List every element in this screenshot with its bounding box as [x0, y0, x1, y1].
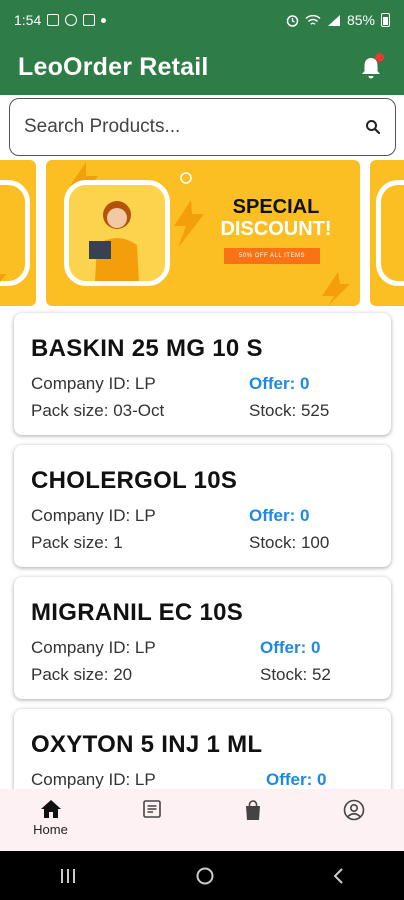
banner-slide-next[interactable]	[370, 160, 404, 306]
product-pack-size: Pack size: 20	[31, 665, 133, 684]
search-box[interactable]	[9, 98, 396, 156]
product-company: Company ID: LP	[31, 638, 156, 657]
home-button-icon[interactable]	[195, 866, 215, 886]
battery-percent: 85%	[346, 12, 375, 28]
notifications-button[interactable]	[356, 52, 386, 83]
app-title: LeoOrder Retail	[18, 53, 209, 81]
nav-item-cart[interactable]	[202, 789, 303, 821]
status-left: 1:54	[14, 12, 107, 28]
product-card[interactable]: BASKIN 25 MG 10 S Company ID: LP Offer: …	[14, 313, 391, 435]
product-name: BASKIN 25 MG 10 S	[31, 335, 263, 362]
bottom-nav: Home	[0, 789, 404, 851]
product-offer: Offer: 0	[249, 506, 310, 525]
shopping-bag-icon	[245, 800, 260, 820]
banner-carousel[interactable]: SPECIAL DISCOUNT! 50% OFF ALL ITEMS	[0, 160, 404, 306]
gallery-icon	[47, 14, 60, 26]
status-time: 1:54	[14, 12, 42, 28]
promo-subtitle: 50% OFF ALL ITEMS	[224, 248, 320, 264]
product-pack-size: Pack size: 03-Oct	[31, 401, 165, 420]
product-stock: Stock: 525	[249, 401, 330, 420]
notification-badge	[375, 52, 384, 62]
product-offer: Offer: 0	[249, 374, 310, 393]
product-company: Company ID: LP	[31, 374, 156, 393]
nav-item-home[interactable]: Home	[0, 789, 101, 837]
product-offer: Offer: 0	[260, 638, 321, 657]
product-card[interactable]: CHOLERGOL 10S Company ID: LP Offer: 0 Pa…	[14, 445, 391, 567]
promo-title-line1: SPECIAL	[232, 196, 320, 218]
product-name: MIGRANIL EC 10S	[31, 599, 244, 626]
banner-slide-special-discount[interactable]: SPECIAL DISCOUNT! 50% OFF ALL ITEMS	[46, 160, 360, 306]
product-offer: Offer: 0	[266, 770, 327, 789]
search-icon[interactable]	[365, 119, 381, 135]
status-bar: 1:54 85%	[0, 0, 404, 40]
facebook-icon	[65, 14, 78, 26]
profile-icon	[343, 799, 364, 821]
alarm-icon	[286, 14, 299, 27]
search-input[interactable]	[24, 116, 365, 138]
message-icon	[83, 14, 96, 26]
nav-item-profile[interactable]	[303, 789, 404, 821]
promo-title-line2: DISCOUNT!	[220, 218, 332, 240]
app-bar: LeoOrder Retail	[0, 40, 404, 95]
product-company: Company ID: LP	[31, 506, 156, 525]
banner-slide-previous[interactable]	[0, 160, 36, 306]
product-stock: Stock: 100	[249, 533, 330, 552]
product-name: CHOLERGOL 10S	[31, 467, 238, 494]
home-icon	[40, 800, 61, 818]
recents-icon[interactable]	[58, 867, 78, 885]
status-right: 85%	[286, 12, 390, 28]
product-pack-size: Pack size: 1	[31, 533, 123, 552]
lightning-icon	[0, 274, 6, 282]
product-stock: Stock: 52	[260, 665, 331, 684]
notification-dot-icon	[101, 17, 107, 23]
nav-label-home: Home	[33, 822, 68, 837]
orders-icon	[142, 800, 161, 818]
nav-item-orders[interactable]	[101, 789, 202, 819]
product-card[interactable]: MIGRANIL EC 10S Company ID: LP Offer: 0 …	[14, 577, 391, 699]
wifi-icon	[305, 14, 321, 25]
product-name: OXYTON 5 INJ 1 ML	[31, 731, 263, 758]
system-nav-bar	[0, 851, 404, 900]
promo-photo	[64, 180, 170, 286]
signal-icon	[327, 14, 340, 26]
back-icon[interactable]	[332, 866, 346, 886]
battery-icon	[381, 13, 390, 27]
product-company: Company ID: LP	[31, 770, 156, 789]
